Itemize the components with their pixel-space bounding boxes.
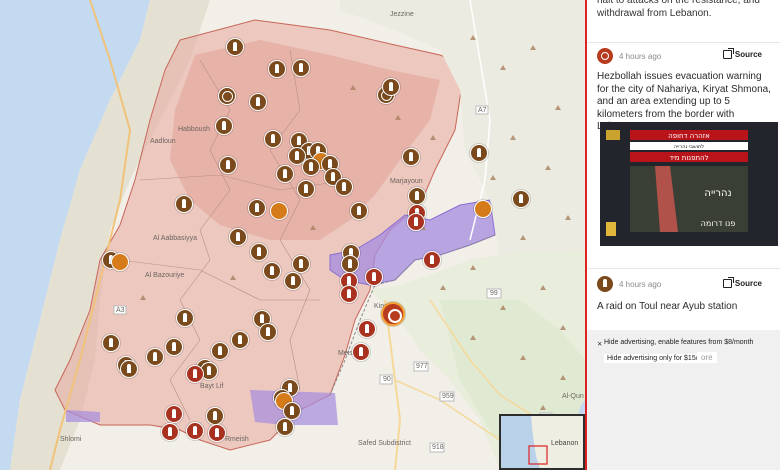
- strike-marker[interactable]: [365, 268, 383, 286]
- place-label: Aadloun: [150, 138, 176, 145]
- more-button[interactable]: ore: [697, 352, 717, 363]
- route-label: 959: [442, 393, 454, 400]
- strike-marker[interactable]: [302, 158, 320, 176]
- place-label: Al-Qun: [562, 393, 584, 400]
- strike-marker[interactable]: [102, 334, 120, 352]
- strike-marker[interactable]: [297, 180, 315, 198]
- place-label: Marjayoun: [390, 178, 423, 185]
- drone-marker[interactable]: [270, 202, 288, 220]
- raid-icon: [597, 276, 613, 292]
- strike-marker[interactable]: [176, 309, 194, 327]
- map-view[interactable]: Jezzine Habboush Aadloun Marjayoun Al Aa…: [0, 0, 585, 470]
- strike-marker[interactable]: [250, 243, 268, 261]
- item-image[interactable]: אזהרה דחופה לתושבי נהרייה להתפנות מיד נה…: [600, 122, 778, 246]
- strike-marker[interactable]: [402, 148, 420, 166]
- strike-marker[interactable]: [264, 130, 282, 148]
- image-city-label: נהרייה: [704, 188, 731, 199]
- place-label: Safed Subdistrict: [358, 440, 411, 447]
- strike-marker[interactable]: [292, 59, 310, 77]
- external-link-icon: [722, 48, 734, 59]
- place-label: Al Aabbasiyya: [153, 235, 197, 242]
- route-label: A7: [478, 107, 487, 114]
- strike-marker[interactable]: [276, 418, 294, 436]
- image-subheading: לתושבי נהרייה: [674, 144, 704, 150]
- strike-marker[interactable]: [206, 407, 224, 425]
- route-label: 99: [490, 290, 498, 297]
- route-label: 918: [432, 444, 444, 451]
- drone-marker[interactable]: [111, 253, 129, 271]
- hide-ads-subscribe-link[interactable]: Hide advertising, enable features from $…: [604, 339, 753, 346]
- strike-marker[interactable]: [249, 93, 267, 111]
- close-icon[interactable]: ✕: [597, 340, 602, 348]
- strike-marker[interactable]: [423, 251, 441, 269]
- feed-item[interactable]: 4 hours ago Source A raid on Toul near A…: [587, 268, 780, 314]
- source-link[interactable]: Source: [722, 277, 762, 288]
- route-label: A3: [116, 307, 125, 314]
- strike-marker[interactable]: [186, 422, 204, 440]
- strike-marker[interactable]: [350, 202, 368, 220]
- external-link-icon: [722, 277, 734, 288]
- strike-marker[interactable]: [512, 190, 530, 208]
- place-label: Al Bazouriye: [145, 272, 185, 279]
- news-feed-panel[interactable]: halt to attacks on the resistance, and w…: [585, 0, 780, 470]
- evacuation-warning-graphic: אזהרה דחופה לתושבי נהרייה להתפנות מיד נה…: [600, 122, 778, 246]
- source-label: Source: [734, 279, 762, 288]
- strike-marker[interactable]: [276, 165, 294, 183]
- place-label: Shlomi: [60, 436, 82, 443]
- place-label: Rmeish: [225, 436, 249, 443]
- strike-marker[interactable]: [335, 178, 353, 196]
- route-label: 977: [416, 363, 428, 370]
- strike-marker[interactable]: [146, 348, 164, 366]
- strike-marker[interactable]: [352, 343, 370, 361]
- strike-marker[interactable]: [382, 78, 400, 96]
- strike-marker[interactable]: [341, 255, 359, 273]
- route-label: 90: [383, 376, 391, 383]
- place-label: Bayt Lif: [200, 383, 224, 390]
- strike-marker[interactable]: [259, 323, 277, 341]
- strike-marker[interactable]: [248, 199, 266, 217]
- strike-marker[interactable]: [226, 38, 244, 56]
- image-heading: אזהרה דחופה: [668, 132, 710, 140]
- image-direction-label: פנו דרומה: [701, 219, 736, 228]
- strike-marker[interactable]: [175, 195, 193, 213]
- strike-marker[interactable]: [215, 117, 233, 135]
- strike-marker[interactable]: [340, 285, 358, 303]
- strike-marker[interactable]: [407, 213, 425, 231]
- strike-marker[interactable]: [284, 272, 302, 290]
- drone-marker[interactable]: [474, 200, 492, 218]
- strike-marker[interactable]: [186, 365, 204, 383]
- minimap-label: Lebanon: [551, 440, 579, 447]
- source-link[interactable]: Source: [722, 48, 762, 59]
- source-label: Source: [734, 50, 762, 59]
- alarm-ring-icon: [597, 48, 613, 64]
- strike-marker[interactable]: [263, 262, 281, 280]
- advertising-banner: ✕ Hide advertising, enable features from…: [587, 330, 780, 470]
- item-text: A raid on Toul near Ayub station: [597, 301, 738, 312]
- strike-marker[interactable]: [165, 405, 183, 423]
- strike-marker[interactable]: [161, 423, 179, 441]
- item-timestamp: 4 hours ago: [619, 279, 662, 289]
- feed-item[interactable]: 4 hours ago Source Hezbollah issues evac…: [587, 42, 780, 134]
- strike-marker[interactable]: [208, 424, 226, 442]
- place-label: Jezzine: [390, 11, 414, 18]
- strike-marker[interactable]: [358, 320, 376, 338]
- place-label: Habboush: [178, 126, 210, 133]
- strike-marker[interactable]: [211, 342, 229, 360]
- item-timestamp: 4 hours ago: [619, 51, 662, 61]
- strike-marker[interactable]: [268, 60, 286, 78]
- strike-marker[interactable]: [470, 144, 488, 162]
- alarm-marker-selected[interactable]: [381, 302, 405, 326]
- strike-marker[interactable]: [408, 187, 426, 205]
- overview-minimap[interactable]: Lebanon: [499, 414, 585, 470]
- strike-marker[interactable]: [120, 360, 138, 378]
- strike-marker[interactable]: [219, 156, 237, 174]
- image-instruction: להתפנות מיד: [669, 154, 708, 162]
- strike-marker[interactable]: [165, 338, 183, 356]
- strike-marker[interactable]: [292, 255, 310, 273]
- strike-marker[interactable]: [229, 228, 247, 246]
- strike-marker[interactable]: [231, 331, 249, 349]
- previous-item-text: halt to attacks on the resistance, and w…: [597, 0, 760, 19]
- alarm-marker[interactable]: [218, 87, 236, 105]
